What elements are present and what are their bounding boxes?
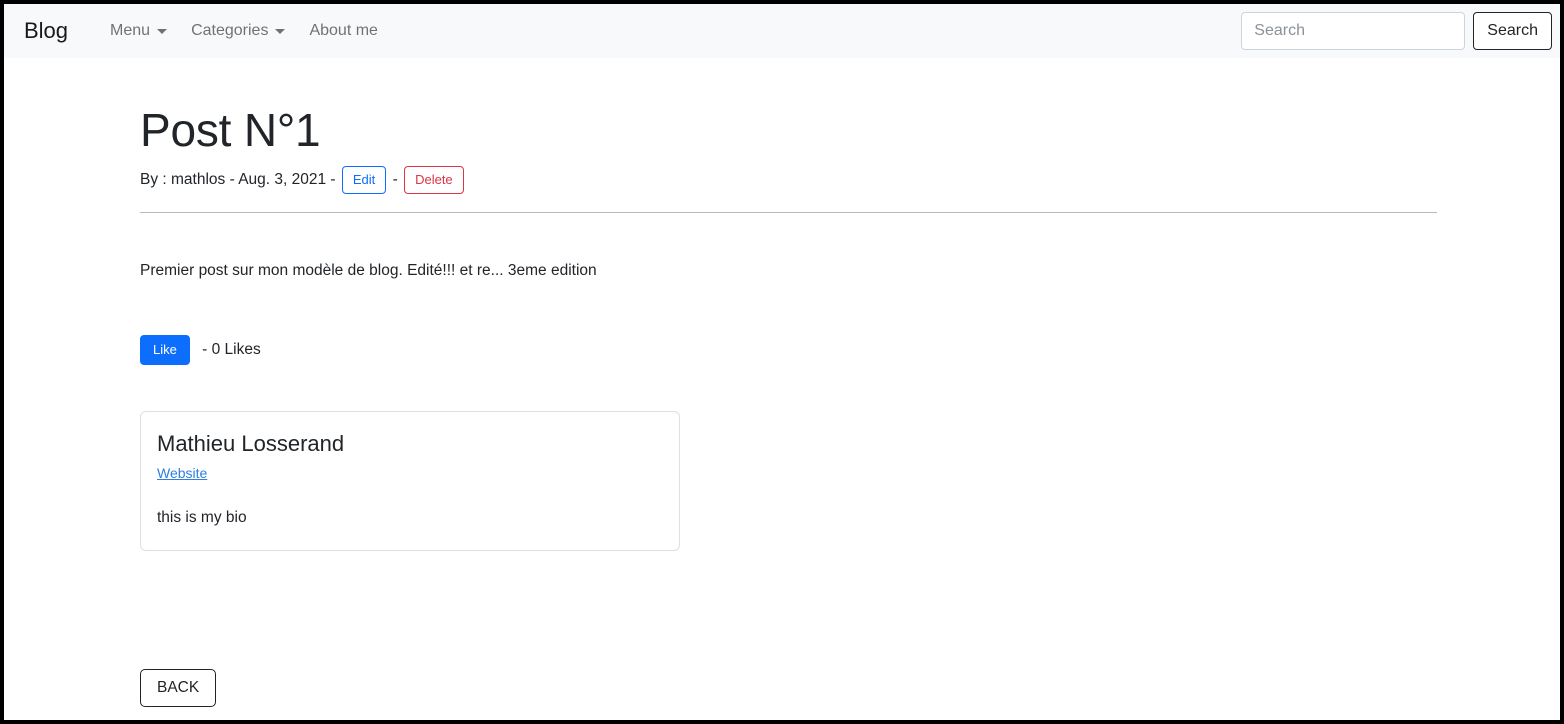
nav-link-about-me[interactable]: About me: [297, 14, 389, 48]
author-bio: this is my bio: [157, 508, 247, 526]
browser-viewport: Blog Menu Categories About me Search Sea…: [0, 0, 1564, 724]
nav-item-categories[interactable]: Categories: [179, 14, 297, 48]
chevron-down-icon: [157, 28, 168, 34]
author-website-link[interactable]: Website: [157, 465, 207, 481]
nav-item-menu[interactable]: Menu: [98, 14, 179, 48]
nav-link-categories-label: Categories: [191, 22, 269, 39]
byline-author-date: By : mathlos - Aug. 3, 2021 -: [140, 170, 340, 188]
nav-item-about-me[interactable]: About me: [297, 14, 389, 48]
author-name: Mathieu Losserand: [157, 431, 345, 457]
post-body-text: Premier post sur mon modèle de blog. Edi…: [140, 262, 597, 280]
navbar-nav-list: Menu Categories About me: [98, 14, 390, 48]
navbar-brand-blog[interactable]: Blog: [16, 18, 76, 44]
search-input[interactable]: [1241, 12, 1466, 50]
post-byline: By : mathlos - Aug. 3, 2021 - Edit - Del…: [140, 165, 1437, 195]
nav-link-about-me-label: About me: [309, 22, 378, 39]
like-count-label: - 0 Likes: [197, 340, 261, 358]
header-divider: [140, 212, 1437, 214]
search-button[interactable]: Search: [1473, 12, 1552, 50]
nav-link-menu-label: Menu: [110, 22, 151, 39]
like-button[interactable]: Like: [140, 334, 190, 366]
page-title: Post N°1: [140, 104, 321, 156]
top-navbar: Blog Menu Categories About me Search Sea…: [4, 4, 1560, 58]
back-button[interactable]: BACK: [140, 669, 217, 707]
delete-button[interactable]: Delete: [404, 165, 464, 195]
nav-link-menu[interactable]: Menu: [98, 14, 179, 48]
chevron-down-icon: [275, 28, 286, 34]
main-content: Post N°1 By : mathlos - Aug. 3, 2021 - E…: [140, 58, 1437, 552]
edit-button[interactable]: Edit: [341, 165, 387, 195]
author-card: Mathieu Losserand Website this is my bio: [140, 411, 680, 552]
byline-separator: -: [388, 170, 403, 188]
like-row: Like - 0 Likes: [140, 334, 1437, 366]
nav-link-categories[interactable]: Categories: [179, 14, 297, 48]
navbar-search-form: Search: [1241, 12, 1552, 50]
